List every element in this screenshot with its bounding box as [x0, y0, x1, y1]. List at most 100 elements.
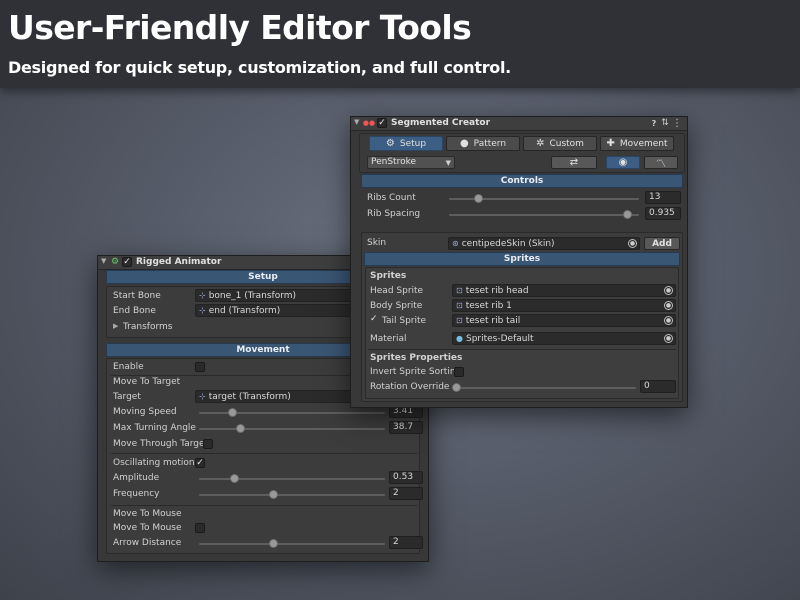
- amplitude-slider-track[interactable]: [199, 478, 385, 480]
- object-picker-icon[interactable]: ●: [664, 334, 673, 343]
- hero-subtitle: Designed for quick setup, customization,…: [8, 58, 511, 77]
- graph-icon: 〽: [656, 159, 666, 170]
- move-to-mouse-header: Move To Mouse: [113, 509, 182, 519]
- preview-toggle-button[interactable]: ◉: [606, 156, 640, 169]
- amplitude-label: Amplitude: [113, 473, 160, 483]
- tab-movement[interactable]: ✚ Movement: [600, 136, 674, 151]
- frequency-field[interactable]: 2: [389, 487, 423, 500]
- add-skin-button[interactable]: Add: [644, 237, 680, 250]
- object-picker-icon[interactable]: ●: [664, 286, 673, 295]
- arrow-distance-label: Arrow Distance: [113, 538, 182, 548]
- puzzle-icon: ✲: [536, 138, 545, 149]
- sprites-box: Sprites Head Sprite ⊡ teset rib head ● Bo…: [365, 267, 679, 399]
- gear-icon: ⚙: [385, 138, 395, 149]
- rotation-override-slider-thumb[interactable]: [452, 383, 461, 392]
- arrow-distance-slider-thumb[interactable]: [269, 539, 279, 548]
- tab-custom[interactable]: ✲ Custom: [523, 136, 597, 151]
- head-sprite-label: Head Sprite: [370, 286, 424, 296]
- pattern-icon: ●: [459, 138, 469, 149]
- object-picker-icon[interactable]: ●: [628, 239, 637, 248]
- max-turning-angle-label: Max Turning Angle: [113, 423, 196, 433]
- segmented-creator-window: ▼ ●● ✓ Segmented Creator ? ⇅ ⋮ ⚙ Setup ● P…: [350, 116, 688, 408]
- move-to-mouse-label: Move To Mouse: [113, 523, 182, 533]
- tab-pattern[interactable]: ● Pattern: [446, 136, 520, 151]
- max-turning-slider-track[interactable]: [199, 428, 385, 430]
- max-turning-field[interactable]: 38.7: [389, 421, 423, 434]
- move-icon: ✚: [606, 138, 615, 149]
- arrow-distance-field[interactable]: 2: [389, 536, 423, 549]
- max-turning-slider-thumb[interactable]: [235, 424, 245, 433]
- hero-banner: User-Friendly Editor Tools Designed for …: [0, 0, 800, 88]
- eye-icon: ◉: [618, 157, 628, 168]
- collapse-triangle-icon[interactable]: ▼: [101, 258, 106, 265]
- component-enabled-checkbox[interactable]: ✓: [122, 257, 132, 267]
- body-sprite-field[interactable]: ⊡ teset rib 1 ●: [452, 299, 676, 312]
- skin-field[interactable]: ⊛ centipedeSkin (Skin) ●: [448, 237, 640, 250]
- rib-spacing-field[interactable]: 0.935: [645, 207, 681, 220]
- start-bone-label: Start Bone: [113, 291, 161, 301]
- divider: [111, 505, 417, 506]
- ribs-count-slider-thumb[interactable]: [473, 194, 483, 203]
- sprites-group-label: Sprites: [370, 271, 407, 281]
- frequency-slider-thumb[interactable]: [269, 490, 279, 499]
- rotation-override-label: Rotation Override: [370, 382, 450, 392]
- hero-title: User-Friendly Editor Tools: [8, 8, 472, 47]
- move-through-target-checkbox[interactable]: [203, 439, 213, 449]
- transforms-foldout-label[interactable]: Transforms: [123, 321, 172, 333]
- divider: [368, 349, 676, 350]
- help-icon[interactable]: ?: [649, 118, 659, 129]
- frequency-slider-track[interactable]: [199, 494, 385, 496]
- invert-sprite-sorting-label: Invert Sprite Sorting: [370, 367, 462, 377]
- chevron-down-icon: ▼: [445, 159, 451, 167]
- rotation-override-slider-track[interactable]: [456, 387, 636, 389]
- invert-sprite-sorting-checkbox[interactable]: [454, 367, 464, 377]
- enable-checkbox[interactable]: [195, 362, 205, 372]
- transform-icon: ⊹: [199, 392, 206, 401]
- oscillating-motion-checkbox[interactable]: ✓: [195, 458, 205, 468]
- transforms-foldout-arrow-icon[interactable]: ▶: [113, 323, 118, 330]
- object-picker-icon[interactable]: ●: [664, 301, 673, 310]
- graph-button[interactable]: 〽: [644, 156, 678, 170]
- rib-spacing-slider-track[interactable]: [449, 214, 639, 216]
- skin-label: Skin: [367, 238, 387, 248]
- tab-setup[interactable]: ⚙ Setup: [369, 136, 443, 151]
- tail-sprite-checkmark-icon[interactable]: ✓: [370, 315, 378, 324]
- segmented-creator-title-bar: ▼ ●● ✓ Segmented Creator ? ⇅ ⋮: [351, 117, 687, 131]
- transform-icon: ⊹: [199, 306, 206, 315]
- sprites-properties-label: Sprites Properties: [370, 353, 463, 363]
- head-sprite-field[interactable]: ⊡ teset rib head ●: [452, 284, 676, 297]
- collapse-triangle-icon[interactable]: ▼: [354, 119, 359, 126]
- component-enabled-checkbox[interactable]: ✓: [377, 118, 387, 128]
- tabs-box: ⚙ Setup ● Pattern ✲ Custom ✚ Movement PenStr…: [359, 133, 685, 173]
- settings-icon[interactable]: ⇅: [660, 118, 670, 129]
- script-icon: ⚙: [110, 256, 120, 267]
- object-picker-icon[interactable]: ●: [664, 316, 673, 325]
- move-to-target-header: Move To Target: [113, 377, 181, 387]
- move-to-mouse-checkbox[interactable]: [195, 523, 205, 533]
- segmented-creator-title: Segmented Creator: [391, 118, 491, 128]
- script-icon: ●●: [362, 119, 376, 127]
- amplitude-slider-thumb[interactable]: [230, 474, 240, 483]
- enable-label: Enable: [113, 362, 144, 372]
- ribs-count-field[interactable]: 13: [645, 191, 681, 204]
- move-through-target-label: Move Through Target: [113, 439, 209, 449]
- moving-speed-slider-track[interactable]: [199, 412, 385, 414]
- skin-icon: ⊛: [452, 239, 459, 248]
- pattern-dropdown[interactable]: PenStroke ▼: [367, 156, 455, 169]
- arrow-distance-slider-track[interactable]: [199, 543, 385, 545]
- sprites-section-header[interactable]: Sprites: [364, 252, 680, 266]
- kebab-menu-icon[interactable]: ⋮: [672, 118, 682, 129]
- tail-sprite-field[interactable]: ⊡ teset rib tail ●: [452, 314, 676, 327]
- amplitude-field[interactable]: 0.53: [389, 471, 423, 484]
- controls-section-header[interactable]: Controls: [361, 174, 683, 188]
- material-field[interactable]: ● Sprites-Default ●: [452, 332, 676, 345]
- body-sprite-label: Body Sprite: [370, 301, 423, 311]
- moving-speed-slider-thumb[interactable]: [228, 408, 238, 417]
- refresh-button[interactable]: ⇄: [551, 156, 597, 169]
- material-icon: ●: [456, 334, 463, 343]
- divider: [111, 453, 417, 454]
- rib-spacing-label: Rib Spacing: [367, 209, 421, 219]
- target-label: Target: [113, 392, 141, 402]
- rib-spacing-slider-thumb[interactable]: [622, 210, 632, 219]
- rotation-override-field[interactable]: 0: [640, 380, 676, 393]
